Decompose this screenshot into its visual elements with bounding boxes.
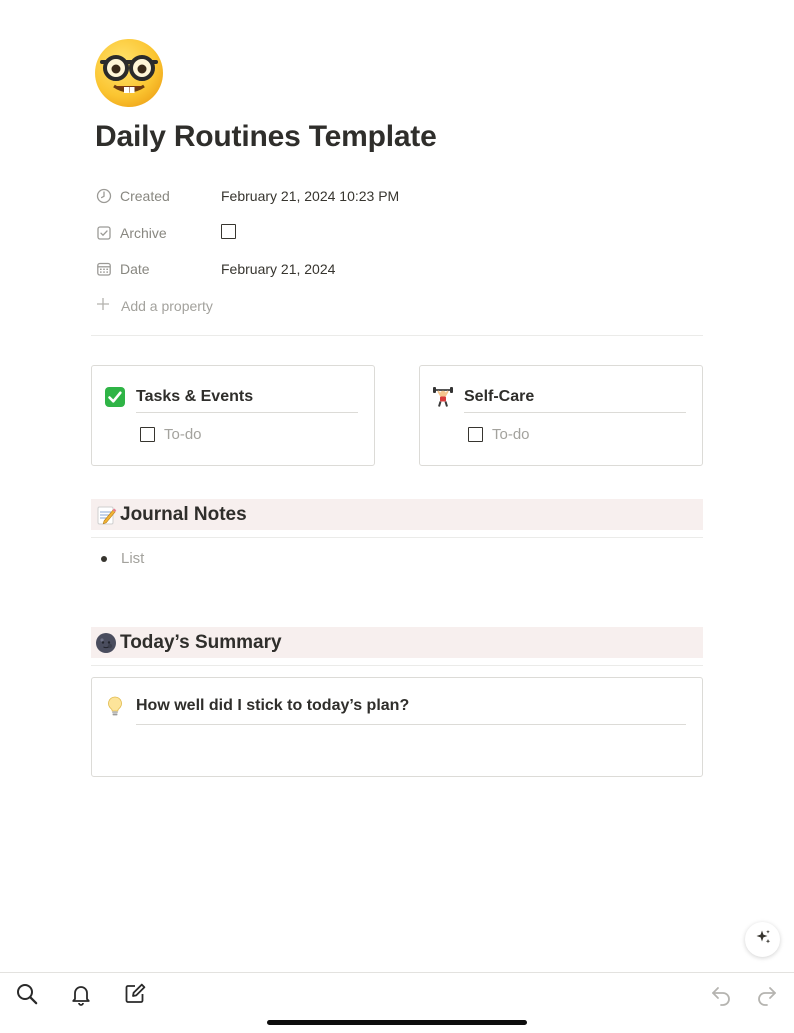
property-value <box>221 223 236 242</box>
todo-item[interactable]: To-do <box>468 426 530 443</box>
property-key: Date <box>95 260 221 278</box>
todo-item[interactable]: To-do <box>140 426 202 443</box>
properties-panel: Created February 21, 2024 10:23 PM Archi… <box>95 178 705 324</box>
property-key: Archive <box>95 224 221 242</box>
property-created[interactable]: Created February 21, 2024 10:23 PM <box>95 178 705 215</box>
home-indicator[interactable] <box>267 1020 527 1025</box>
heading-text: Journal Notes <box>120 503 247 525</box>
card-divider <box>136 412 358 413</box>
checkbox-icon <box>95 224 113 242</box>
todo-placeholder[interactable]: To-do <box>164 426 202 443</box>
person-lifting-weights-icon <box>432 386 454 408</box>
list-placeholder[interactable]: List <box>121 550 144 567</box>
search-button[interactable] <box>14 983 40 1009</box>
undo-button[interactable] <box>708 983 734 1009</box>
journal-notes-heading[interactable]: Journal Notes <box>91 499 703 530</box>
card-title[interactable]: Self-Care <box>464 388 534 406</box>
card-header: How well did I stick to today’s plan? <box>104 691 686 721</box>
property-key-label: Created <box>120 188 170 205</box>
redo-icon <box>755 982 779 1011</box>
property-archive[interactable]: Archive <box>95 215 705 252</box>
divider <box>91 665 703 666</box>
page: Daily Routines Template Created February… <box>0 0 794 1033</box>
plus-icon <box>95 296 113 316</box>
bell-icon <box>69 982 93 1011</box>
new-moon-face-icon <box>95 632 117 654</box>
callout-title[interactable]: How well did I stick to today’s plan? <box>136 697 409 715</box>
card-divider <box>464 412 686 413</box>
divider <box>91 537 703 538</box>
todo-placeholder[interactable]: To-do <box>492 426 530 443</box>
compose-icon <box>123 982 147 1011</box>
new-page-button[interactable] <box>122 983 148 1009</box>
property-value: February 21, 2024 10:23 PM <box>221 188 400 205</box>
todo-checkbox[interactable] <box>140 427 155 442</box>
card-divider <box>136 724 686 725</box>
card-header: Tasks & Events <box>104 382 358 412</box>
todo-checkbox[interactable] <box>468 427 483 442</box>
heading-text: Today’s Summary <box>120 631 282 653</box>
bullet-icon <box>101 555 107 562</box>
add-property-label: Add a property <box>121 297 213 314</box>
light-bulb-icon <box>104 695 126 717</box>
property-value: February 21, 2024 <box>221 261 336 278</box>
search-icon <box>15 982 39 1011</box>
sparkles-icon <box>754 928 772 951</box>
list-item[interactable]: List <box>100 550 144 567</box>
ai-assist-button[interactable] <box>745 922 780 957</box>
page-title[interactable]: Daily Routines Template <box>95 120 437 154</box>
todays-summary-heading[interactable]: Today’s Summary <box>91 627 703 658</box>
callout-card: How well did I stick to today’s plan? <box>91 677 703 777</box>
check-mark-button-icon <box>104 386 126 408</box>
nerd-face-icon[interactable] <box>94 38 164 108</box>
memo-icon <box>95 504 117 526</box>
divider <box>91 335 703 336</box>
property-date[interactable]: Date February 21, 2024 <box>95 251 705 288</box>
property-key-label: Archive <box>120 224 167 241</box>
property-key: Created <box>95 187 221 205</box>
clock-icon <box>95 187 113 205</box>
card-header: Self-Care <box>432 382 686 412</box>
notifications-button[interactable] <box>68 983 94 1009</box>
redo-button[interactable] <box>754 983 780 1009</box>
add-property: Add a property <box>95 296 213 316</box>
undo-icon <box>709 982 733 1011</box>
archive-checkbox[interactable] <box>221 223 236 239</box>
selfcare-card: Self-Care To-do <box>419 365 703 466</box>
calendar-icon <box>95 260 113 278</box>
card-title[interactable]: Tasks & Events <box>136 388 253 406</box>
property-key-label: Date <box>120 261 150 278</box>
add-property-button[interactable]: Add a property <box>95 288 705 325</box>
tasks-card: Tasks & Events To-do <box>91 365 375 466</box>
